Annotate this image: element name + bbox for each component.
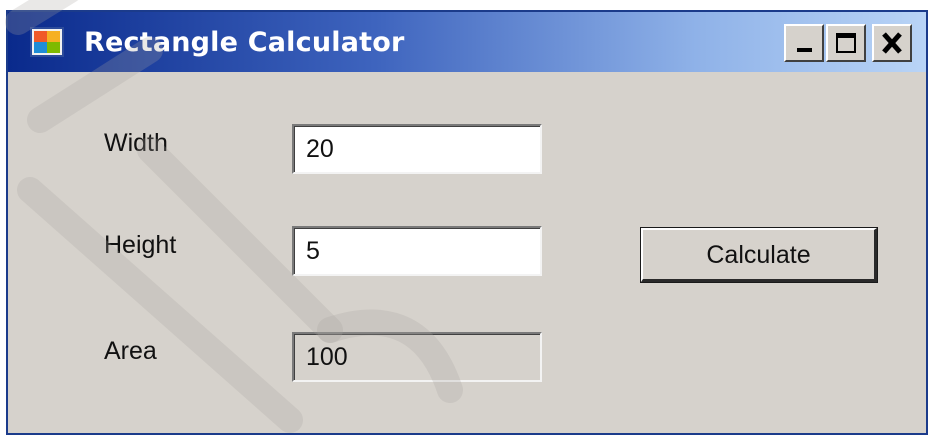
title-bar[interactable]: Rectangle Calculator xyxy=(8,12,926,72)
minimize-button[interactable] xyxy=(784,24,824,62)
height-input[interactable] xyxy=(292,226,542,276)
area-label: Area xyxy=(104,337,157,365)
width-label: Width xyxy=(104,129,168,157)
app-window: Rectangle Calculator Width Height Area C… xyxy=(6,10,928,435)
minimize-icon xyxy=(797,48,812,52)
area-output xyxy=(292,332,542,382)
width-input[interactable] xyxy=(292,124,542,174)
app-icon[interactable] xyxy=(30,27,64,57)
window-title: Rectangle Calculator xyxy=(84,27,405,58)
calculate-button[interactable]: Calculate xyxy=(640,227,878,283)
height-label: Height xyxy=(104,231,177,259)
maximize-icon xyxy=(836,33,856,53)
close-icon xyxy=(882,32,902,54)
close-button[interactable] xyxy=(872,24,912,62)
maximize-button[interactable] xyxy=(826,24,866,62)
